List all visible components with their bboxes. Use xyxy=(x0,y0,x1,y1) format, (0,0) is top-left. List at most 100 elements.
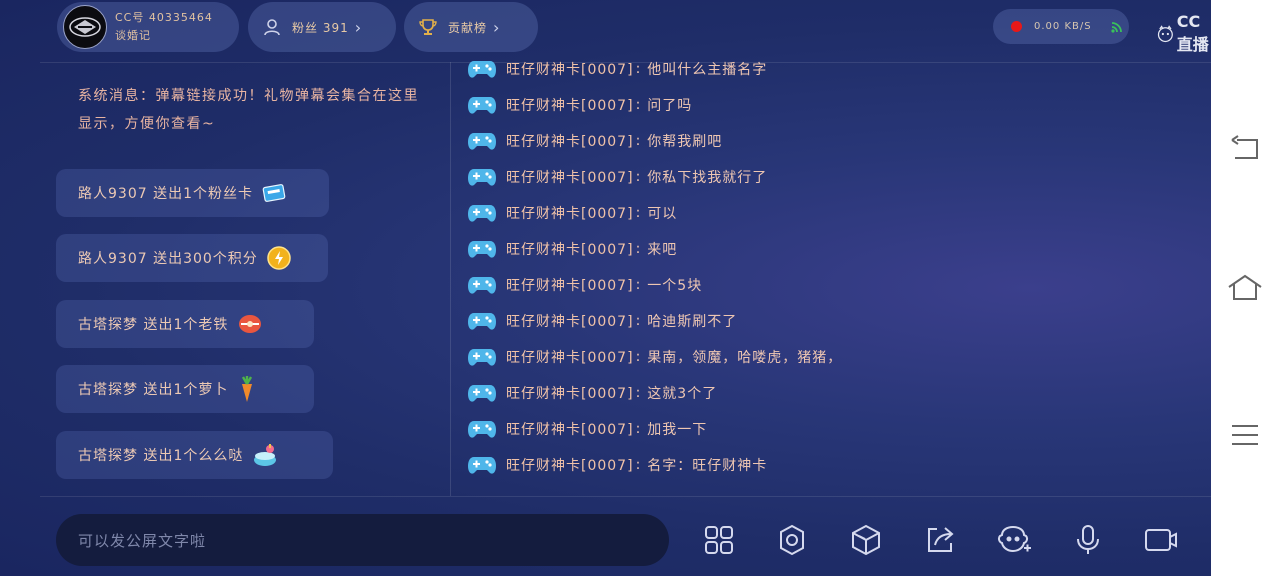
chat-username[interactable]: 旺仔财神卡[0007] xyxy=(506,131,634,151)
chat-username[interactable]: 旺仔财神卡[0007] xyxy=(506,59,634,79)
gamepad-icon xyxy=(468,61,496,78)
chat-message: 旺仔财神卡[0007]: 加我一下 xyxy=(468,416,707,442)
chat-separator: : xyxy=(635,349,642,365)
chat-message: 旺仔财神卡[0007]: 来吧 xyxy=(468,236,677,262)
gamepad-icon xyxy=(468,349,496,366)
tiesuo-icon xyxy=(239,315,262,333)
coin-icon xyxy=(267,246,291,270)
chat-separator: : xyxy=(635,133,642,149)
gamepad-icon xyxy=(468,313,496,330)
gamepad-icon xyxy=(468,241,496,258)
chat-separator: : xyxy=(635,61,642,77)
chat-text: 名字：旺仔财神卡 xyxy=(647,458,768,474)
gamepad-icon xyxy=(468,385,496,402)
rank-button[interactable]: 贡献榜 › xyxy=(404,2,538,52)
system-message: 系统消息：弹幕链接成功！礼物弹幕会集合在这里显示，方便你查看~ xyxy=(78,88,419,132)
box-icon[interactable] xyxy=(846,520,886,560)
chat-message: 旺仔财神卡[0007]: 这就3个了 xyxy=(468,380,717,406)
share-icon[interactable] xyxy=(920,520,960,560)
chat-username[interactable]: 旺仔财神卡[0007] xyxy=(506,167,634,187)
gamepad-icon xyxy=(468,421,496,438)
chat-separator: : xyxy=(635,313,642,329)
chat-message: 旺仔财神卡[0007]: 可以 xyxy=(468,200,677,226)
chat-text: 加我一下 xyxy=(647,422,708,438)
chat-username[interactable]: 旺仔财神卡[0007] xyxy=(506,95,634,115)
cc-mascot-icon xyxy=(1157,24,1173,42)
gift-item: 古塔探梦 送出1个么么哒 xyxy=(56,431,333,479)
logo-text: CC直播 xyxy=(1176,12,1209,54)
gift-text: 古塔探梦 送出1个么么哒 xyxy=(78,448,244,464)
chat-input[interactable]: 可以发公屏文字啦 xyxy=(56,514,669,566)
chat-username[interactable]: 旺仔财神卡[0007] xyxy=(506,383,634,403)
chat-text: 他叫什么主播名字 xyxy=(647,62,768,78)
carrot-icon xyxy=(242,376,253,402)
live-room-screen: CC号 40335464 谈婚记 粉丝 391 › 贡献榜 › 0.00 KB/… xyxy=(0,0,1211,576)
chat-text: 果南，领魔，哈喽虎，猪猪， xyxy=(647,350,843,366)
gamepad-icon xyxy=(468,457,496,474)
avatar-logo-icon xyxy=(69,17,101,37)
gift-item: 古塔探梦 送出1个萝卜 xyxy=(56,365,314,413)
chat-username[interactable]: 旺仔财神卡[0007] xyxy=(506,455,634,475)
chat-text: 来吧 xyxy=(647,242,678,258)
chat-username[interactable]: 旺仔财神卡[0007] xyxy=(506,311,634,331)
chat-separator: : xyxy=(635,169,642,185)
signal-icon xyxy=(1110,21,1122,33)
anchor-subtitle: 谈婚记 xyxy=(115,29,151,42)
chat-message: 旺仔财神卡[0007]: 名字：旺仔财神卡 xyxy=(468,452,767,478)
menu-icon[interactable] xyxy=(1225,415,1265,455)
chat-separator: : xyxy=(635,385,642,401)
system-nav-bar xyxy=(1211,0,1280,576)
settings-icon[interactable] xyxy=(772,520,812,560)
footer-divider xyxy=(40,496,1211,497)
chat-text: 你帮我刷吧 xyxy=(647,134,723,150)
anchor-avatar[interactable] xyxy=(63,5,107,49)
gift-text: 路人9307 送出1个粉丝卡 xyxy=(78,186,253,202)
anchor-info[interactable]: CC号 40335464 谈婚记 xyxy=(57,2,239,52)
gamepad-icon xyxy=(468,133,496,150)
gift-text: 古塔探梦 送出1个老铁 xyxy=(78,317,229,333)
back-icon[interactable] xyxy=(1225,128,1265,168)
chat-message: 旺仔财神卡[0007]: 一个5块 xyxy=(468,272,702,298)
user-icon xyxy=(264,19,280,36)
rank-label: 贡献榜 xyxy=(448,20,488,35)
chevron-right-icon: › xyxy=(354,17,362,37)
chat-separator: : xyxy=(635,457,642,473)
chat-username[interactable]: 旺仔财神卡[0007] xyxy=(506,203,634,223)
chat-username[interactable]: 旺仔财神卡[0007] xyxy=(506,239,634,259)
home-icon[interactable] xyxy=(1225,268,1265,308)
fans-button[interactable]: 粉丝 391 › xyxy=(248,2,396,52)
chat-message: 旺仔财神卡[0007]: 你私下找我就行了 xyxy=(468,164,767,190)
chat-username[interactable]: 旺仔财神卡[0007] xyxy=(506,419,634,439)
chat-message: 旺仔财神卡[0007]: 你帮我刷吧 xyxy=(468,128,722,154)
chat-separator: : xyxy=(635,97,642,113)
chat-separator: : xyxy=(635,277,642,293)
panel-divider xyxy=(450,62,451,496)
chat-message: 旺仔财神卡[0007]: 哈迪斯刷不了 xyxy=(468,308,737,334)
grid-icon[interactable] xyxy=(699,520,739,560)
chat-text: 你私下找我就行了 xyxy=(647,170,768,186)
chat-separator: : xyxy=(635,205,642,221)
gift-text: 古塔探梦 送出1个萝卜 xyxy=(78,382,229,398)
chat-username[interactable]: 旺仔财神卡[0007] xyxy=(506,275,634,295)
gamepad-icon xyxy=(468,97,496,114)
gift-text: 路人9307 送出300个积分 xyxy=(78,251,258,267)
chat-separator: : xyxy=(635,241,642,257)
add-friend-icon[interactable] xyxy=(994,520,1034,560)
cake-icon xyxy=(254,444,277,466)
chat-text: 一个5块 xyxy=(647,278,703,294)
chat-username[interactable]: 旺仔财神卡[0007] xyxy=(506,347,634,367)
chat-separator: : xyxy=(635,421,642,437)
chat-text: 这就3个了 xyxy=(647,386,718,402)
chevron-right-icon: › xyxy=(493,17,500,37)
anchor-id: CC号 40335464 xyxy=(115,11,213,24)
gamepad-icon xyxy=(468,277,496,294)
chat-input-placeholder: 可以发公屏文字啦 xyxy=(78,531,207,550)
live-dot-icon xyxy=(1011,21,1022,32)
network-speed: 0.00 KB/S xyxy=(1034,21,1092,32)
fans-label: 粉丝 391 xyxy=(292,20,349,35)
gamepad-icon xyxy=(468,169,496,186)
network-status: 0.00 KB/S xyxy=(993,9,1129,44)
camera-icon[interactable] xyxy=(1141,520,1181,560)
microphone-icon[interactable] xyxy=(1068,520,1108,560)
gift-item: 古塔探梦 送出1个老铁 xyxy=(56,300,314,348)
